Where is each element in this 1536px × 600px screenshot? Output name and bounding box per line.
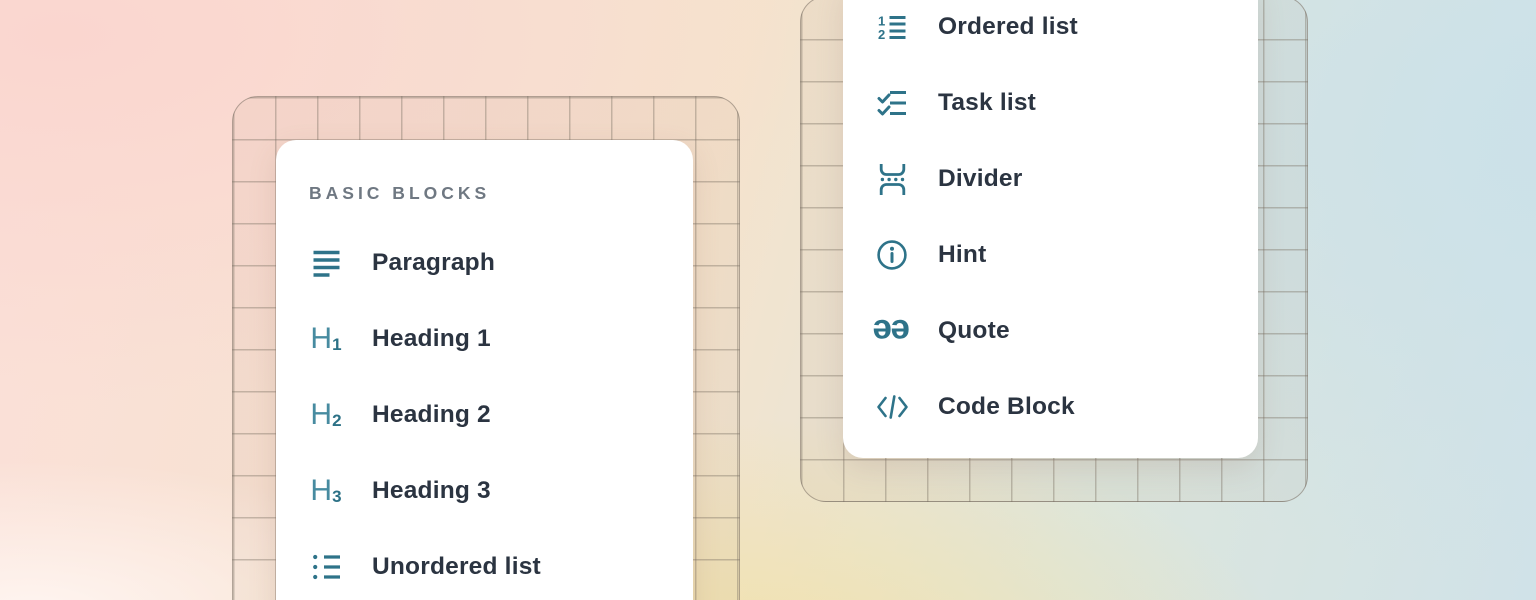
menu-item-code-block[interactable]: Code Block — [875, 369, 1258, 445]
basic-blocks-panel: BASIC BLOCKS Paragraph H1 Heading 1 H2 H… — [276, 140, 693, 600]
panel-header: BASIC BLOCKS — [309, 180, 693, 206]
menu-item-heading-1[interactable]: H1 Heading 1 — [309, 301, 693, 377]
advanced-blocks-panel: 1 2 Ordered list Task list — [843, 0, 1258, 458]
heading-3-icon: H3 — [309, 476, 343, 506]
unordered-list-icon — [309, 552, 343, 582]
menu-item-ordered-list[interactable]: 1 2 Ordered list — [875, 0, 1258, 65]
menu-item-hint[interactable]: Hint — [875, 217, 1258, 293]
menu-item-heading-3[interactable]: H3 Heading 3 — [309, 453, 693, 529]
svg-text:2: 2 — [878, 27, 885, 41]
menu-item-label: Ordered list — [938, 13, 1078, 41]
heading-1-icon: H1 — [309, 324, 343, 354]
hint-icon — [875, 239, 909, 271]
menu-item-label: Quote — [938, 317, 1010, 345]
menu-item-label: Task list — [938, 89, 1036, 117]
menu-item-label: Code Block — [938, 393, 1075, 421]
task-list-icon — [875, 88, 909, 119]
menu-item-label: Heading 3 — [372, 477, 491, 505]
menu-item-unordered-list[interactable]: Unordered list — [309, 529, 693, 600]
paragraph-icon — [309, 249, 343, 278]
quote-icon: ee — [875, 317, 909, 345]
code-block-icon — [875, 393, 909, 421]
menu-item-task-list[interactable]: Task list — [875, 65, 1258, 141]
divider-icon — [875, 163, 909, 196]
menu-item-label: Divider — [938, 165, 1022, 193]
heading-2-icon: H2 — [309, 400, 343, 430]
menu-item-label: Paragraph — [372, 249, 495, 277]
menu-item-quote[interactable]: ee Quote — [875, 293, 1258, 369]
menu-item-label: Hint — [938, 241, 986, 269]
menu-item-heading-2[interactable]: H2 Heading 2 — [309, 377, 693, 453]
menu-item-paragraph[interactable]: Paragraph — [309, 225, 693, 301]
menu-item-label: Heading 1 — [372, 325, 491, 353]
canvas: BASIC BLOCKS Paragraph H1 Heading 1 H2 H… — [0, 0, 1536, 600]
menu-item-label: Unordered list — [372, 553, 541, 581]
ordered-list-icon: 1 2 — [875, 14, 909, 41]
menu-item-divider[interactable]: Divider — [875, 141, 1258, 217]
menu-item-label: Heading 2 — [372, 401, 491, 429]
